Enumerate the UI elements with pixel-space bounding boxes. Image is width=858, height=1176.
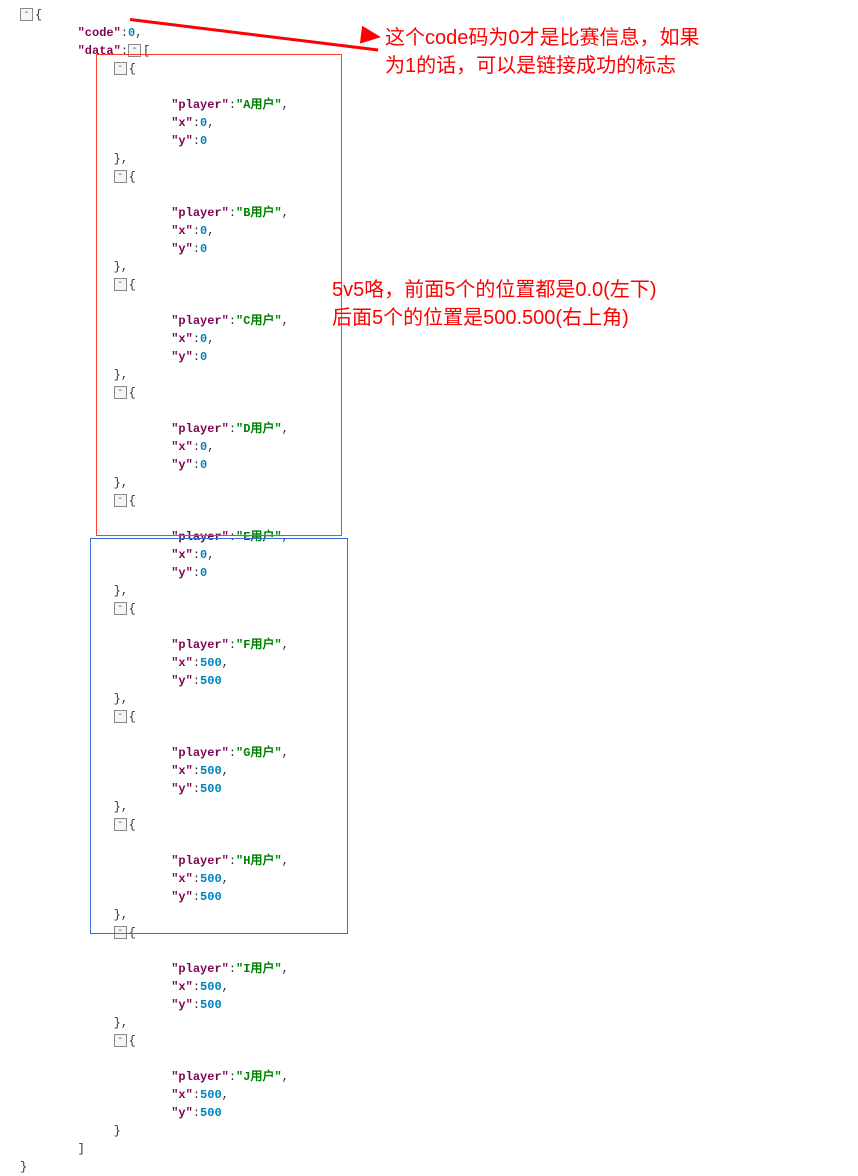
fold-icon[interactable]: - xyxy=(20,8,33,21)
json-key-player: "player" xyxy=(171,422,229,436)
json-key-player: "player" xyxy=(171,1070,229,1084)
json-key-player: "player" xyxy=(171,746,229,760)
fold-icon[interactable]: - xyxy=(114,1034,127,1047)
json-key-x: "x" xyxy=(171,872,193,886)
json-key-x: "x" xyxy=(171,332,193,346)
fold-icon[interactable]: - xyxy=(114,818,127,831)
json-value-player: "I用户" xyxy=(236,962,282,976)
json-value-player: "H用户" xyxy=(236,854,282,868)
annotation-5v5-line1: 5v5咯，前面5个的位置都是0.0(左下) xyxy=(332,279,657,301)
fold-icon[interactable]: - xyxy=(114,278,127,291)
json-key-y: "y" xyxy=(171,998,193,1012)
json-value-y: 500 xyxy=(200,998,222,1012)
json-value-player: "C用户" xyxy=(236,314,282,328)
fold-icon[interactable]: - xyxy=(114,62,127,75)
json-key-x: "x" xyxy=(171,224,193,238)
json-value-y: 0 xyxy=(200,134,207,148)
json-value-player: "G用户" xyxy=(236,746,282,760)
json-key-y: "y" xyxy=(171,566,193,580)
json-key-player: "player" xyxy=(171,638,229,652)
fold-icon[interactable]: - xyxy=(114,170,127,183)
json-value-y: 500 xyxy=(200,674,222,688)
json-key-y: "y" xyxy=(171,1106,193,1120)
json-key-y: "y" xyxy=(171,458,193,472)
json-value-x: 500 xyxy=(200,764,222,778)
fold-icon[interactable]: - xyxy=(114,602,127,615)
fold-icon[interactable]: - xyxy=(114,494,127,507)
json-value-player: "A用户" xyxy=(236,98,282,112)
json-value-x: 500 xyxy=(200,872,222,886)
annotation-code-line2: 为1的话，可以是链接成功的标志 xyxy=(385,55,676,77)
json-key-x: "x" xyxy=(171,764,193,778)
json-key-player: "player" xyxy=(171,962,229,976)
json-value-y: 0 xyxy=(200,242,207,256)
json-value-player: "B用户" xyxy=(236,206,282,220)
json-key-y: "y" xyxy=(171,782,193,796)
fold-icon[interactable]: - xyxy=(114,926,127,939)
json-value-player: "D用户" xyxy=(236,422,282,436)
json-key-code: "code" xyxy=(78,26,121,40)
json-viewer: -{ "code":0, "data":-[ -{ "player":"A用户"… xyxy=(0,0,289,1176)
json-value-y: 500 xyxy=(200,782,222,796)
json-key-x: "x" xyxy=(171,656,193,670)
json-value-y: 500 xyxy=(200,1106,222,1120)
json-key-y: "y" xyxy=(171,674,193,688)
json-key-x: "x" xyxy=(171,1088,193,1102)
json-key-y: "y" xyxy=(171,242,193,256)
annotation-code: 这个code码为0才是比赛信息，如果 为1的话，可以是链接成功的标志 xyxy=(385,24,700,80)
annotation-5v5-line2: 后面5个的位置是500.500(右上角) xyxy=(332,307,629,329)
json-key-player: "player" xyxy=(171,98,229,112)
json-value-y: 0 xyxy=(200,350,207,364)
json-key-y: "y" xyxy=(171,134,193,148)
annotation-code-line1: 这个code码为0才是比赛信息，如果 xyxy=(385,27,700,49)
json-value-y: 0 xyxy=(200,458,207,472)
json-key-x: "x" xyxy=(171,116,193,130)
fold-icon[interactable]: - xyxy=(114,710,127,723)
annotation-5v5: 5v5咯，前面5个的位置都是0.0(左下) 后面5个的位置是500.500(右上… xyxy=(332,276,657,332)
json-value-x: 500 xyxy=(200,656,222,670)
json-value-y: 0 xyxy=(200,566,207,580)
json-value-x: 500 xyxy=(200,980,222,994)
json-value-player: "E用户" xyxy=(236,530,282,544)
json-key-x: "x" xyxy=(171,440,193,454)
json-value-x: 500 xyxy=(200,1088,222,1102)
json-key-x: "x" xyxy=(171,980,193,994)
json-key-player: "player" xyxy=(171,854,229,868)
json-key-data: "data" xyxy=(78,44,121,58)
json-value-player: "F用户" xyxy=(236,638,282,652)
json-key-player: "player" xyxy=(171,314,229,328)
fold-icon[interactable]: - xyxy=(114,386,127,399)
json-key-player: "player" xyxy=(171,530,229,544)
json-value-y: 500 xyxy=(200,890,222,904)
json-value-player: "J用户" xyxy=(236,1070,282,1084)
json-key-y: "y" xyxy=(171,890,193,904)
json-key-y: "y" xyxy=(171,350,193,364)
json-key-player: "player" xyxy=(171,206,229,220)
fold-icon[interactable]: - xyxy=(128,44,141,57)
json-key-x: "x" xyxy=(171,548,193,562)
